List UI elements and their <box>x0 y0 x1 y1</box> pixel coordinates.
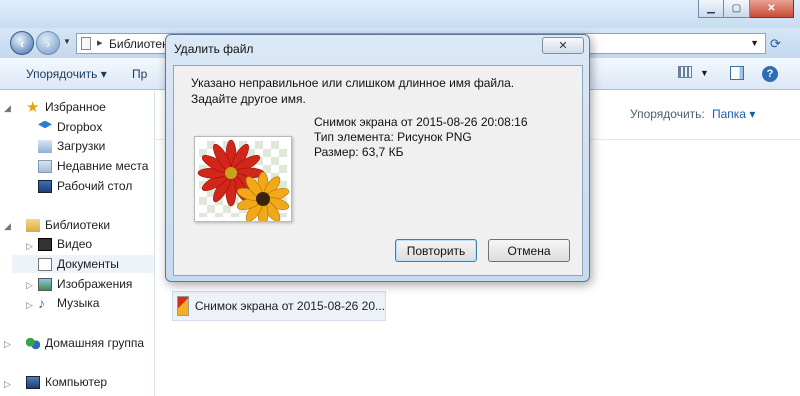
sidebar-item-libraries[interactable]: Библиотеки <box>26 216 110 234</box>
music-library-icon: ♪ <box>38 294 45 311</box>
sidebar-item-label: Избранное <box>45 100 106 114</box>
error-message-line1: Указано неправильное или слишком длинное… <box>191 76 515 90</box>
expand-video-icon[interactable]: ▷ <box>26 241 33 252</box>
sidebar-item-label: Компьютер <box>45 375 108 389</box>
sidebar-item-label: Изображения <box>57 277 133 291</box>
dialog-close-button[interactable]: ✕ <box>542 37 584 54</box>
sidebar-item-video[interactable]: Видео <box>38 235 92 253</box>
sidebar-item-dropbox[interactable]: Dropbox <box>38 118 102 136</box>
sidebar-item-label: Документы <box>57 257 119 271</box>
file-title-text: Снимок экрана от 2015-08-26 20:08:16 <box>314 115 528 129</box>
file-item[interactable]: Снимок экрана от 2015-08-26 20... <box>172 291 386 321</box>
document-icon <box>81 37 91 50</box>
downloads-folder-icon <box>38 139 52 153</box>
collapse-libraries-icon[interactable]: ◢ <box>4 221 11 232</box>
refresh-icon[interactable]: ⟳ <box>770 36 781 52</box>
change-view-icon[interactable] <box>678 66 692 78</box>
flower-image-icon <box>197 139 290 221</box>
organize-button[interactable]: Упорядочить ▾ <box>26 67 107 81</box>
sidebar-item-downloads[interactable]: Загрузки <box>38 137 105 155</box>
cancel-button[interactable]: Отмена <box>488 239 570 262</box>
file-thumbnail <box>194 136 292 222</box>
computer-icon <box>26 375 40 389</box>
expand-images-icon[interactable]: ▷ <box>26 280 33 291</box>
sidebar-item-label: Домашняя группа <box>45 336 145 350</box>
video-library-icon <box>38 237 52 251</box>
sidebar-item-label: Библиотеки <box>45 218 111 232</box>
preview-pane-icon[interactable] <box>730 66 744 80</box>
help-icon[interactable]: ? <box>762 66 778 82</box>
documents-library-icon <box>38 257 52 271</box>
delete-file-dialog: Удалить файл ✕ Указано неправильное или … <box>165 34 590 282</box>
sidebar-item-desktop[interactable]: Рабочий стол <box>38 177 132 195</box>
sidebar-item-label: Рабочий стол <box>57 179 133 193</box>
images-library-icon <box>38 277 52 291</box>
dialog-title: Удалить файл <box>174 42 254 56</box>
sidebar-item-label: Музыка <box>57 296 100 310</box>
window-titlebar: ▁ ▢ ✕ <box>0 0 800 28</box>
file-type-text: Тип элемента: Рисунок PNG <box>314 130 472 144</box>
sidebar-item-label: Видео <box>57 237 93 251</box>
sidebar-item-homegroup[interactable]: Домашняя группа <box>26 334 144 352</box>
libraries-icon <box>26 218 40 232</box>
recent-places-icon <box>38 159 52 173</box>
arrange-by-dropdown[interactable]: Папка ▾ <box>712 107 755 121</box>
minimize-button[interactable]: ▁ <box>698 0 724 18</box>
arrange-by-label: Упорядочить: <box>630 107 705 121</box>
sidebar-item-images[interactable]: Изображения <box>38 275 132 293</box>
sidebar-item-label: Загрузки <box>57 139 106 153</box>
view-options-dropdown-icon[interactable]: ▼ <box>700 68 709 78</box>
file-size-text: Размер: 63,7 КБ <box>314 145 404 159</box>
recent-pages-dropdown[interactable]: ▼ <box>63 37 71 46</box>
forward-button[interactable]: › <box>36 31 60 55</box>
png-file-icon <box>177 296 189 316</box>
desktop-icon <box>38 179 52 193</box>
sidebar-item-documents[interactable]: Документы <box>12 255 154 273</box>
dialog-body: Указано неправильное или слишком длинное… <box>173 65 583 276</box>
retry-button[interactable]: Повторить <box>395 239 477 262</box>
close-window-button[interactable]: ✕ <box>750 0 794 18</box>
sidebar-item-recent[interactable]: Недавние места <box>38 157 148 175</box>
dropbox-icon <box>38 120 52 129</box>
expand-computer-icon[interactable]: ▷ <box>4 379 11 390</box>
sidebar-item-computer[interactable]: Компьютер <box>26 373 107 391</box>
star-icon: ★ <box>26 98 40 116</box>
expand-music-icon[interactable]: ▷ <box>26 300 33 311</box>
address-dropdown-icon[interactable]: ▼ <box>750 38 759 48</box>
navigation-pane: ◢ ★ Избранное Dropbox Загрузки Недавние … <box>0 91 155 396</box>
expand-homegroup-icon[interactable]: ▷ <box>4 339 11 350</box>
sidebar-item-label: Dropbox <box>57 120 103 134</box>
collapse-favorites-icon[interactable]: ◢ <box>4 103 11 114</box>
breadcrumb-chevron-icon[interactable]: ▸ <box>97 36 103 49</box>
open-button[interactable]: Пр <box>132 67 147 81</box>
error-message-line2: Задайте другое имя. <box>191 92 306 106</box>
back-button[interactable]: ‹ <box>10 31 34 55</box>
sidebar-item-favorites[interactable]: ★ Избранное <box>26 98 106 116</box>
maximize-button[interactable]: ▢ <box>724 0 750 18</box>
window-controls: ▁ ▢ ✕ <box>698 0 794 18</box>
homegroup-icon <box>26 336 40 350</box>
file-name: Снимок экрана от 2015-08-26 20... <box>194 299 385 313</box>
sidebar-item-music[interactable]: ♪ Музыка <box>38 294 99 312</box>
sidebar-item-label: Недавние места <box>57 159 149 173</box>
